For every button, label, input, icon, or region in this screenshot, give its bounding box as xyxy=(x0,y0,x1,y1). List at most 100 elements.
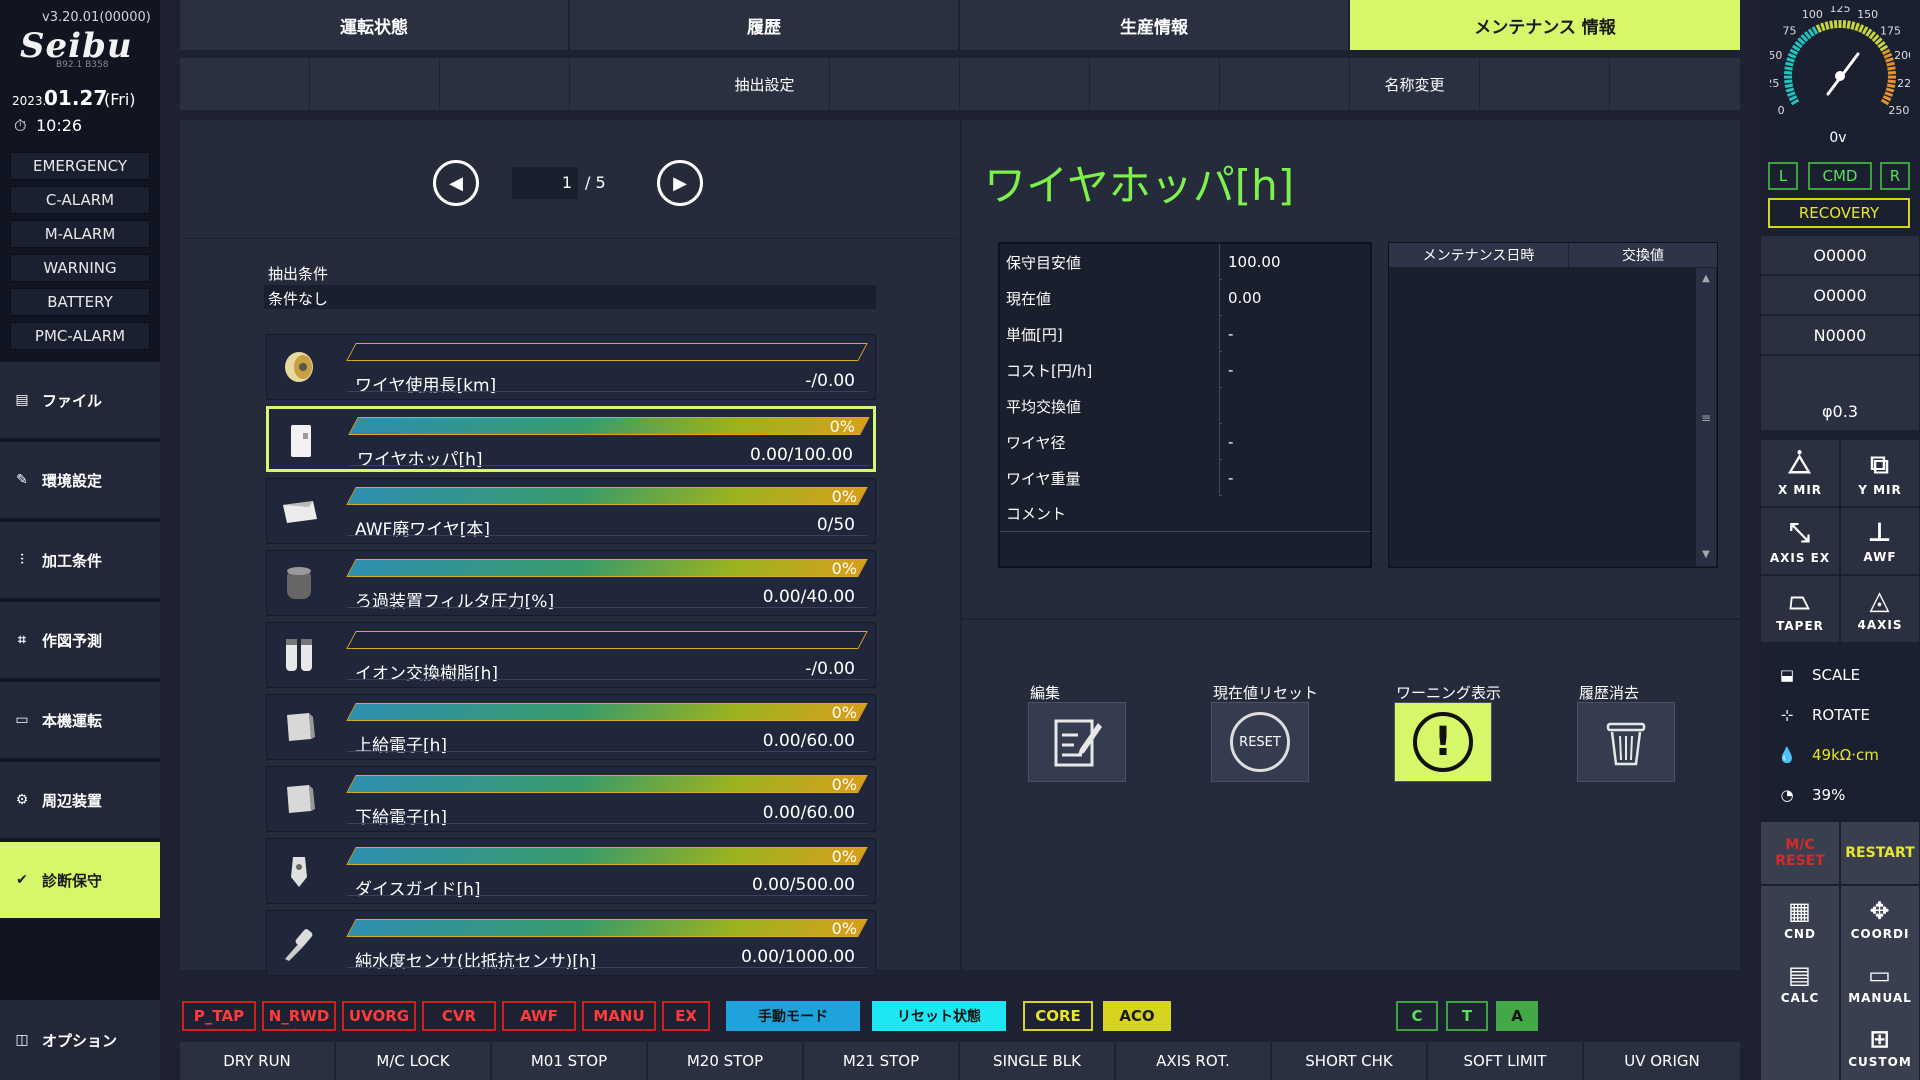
tab-operation-status[interactable]: 運転状態 xyxy=(180,0,570,50)
gauge-tick xyxy=(1807,28,1815,37)
reset-current-button[interactable]: RESET xyxy=(1211,702,1309,782)
scroll-grip-icon[interactable]: ≡ xyxy=(1696,408,1716,428)
maintenance-item[interactable]: 0% 純水度センサ(比抵抗センサ)[h] 0.00/1000.00 xyxy=(266,910,876,976)
rename-button[interactable]: 名称変更 xyxy=(1350,58,1480,110)
wire-hopper-icon xyxy=(279,419,323,463)
nav-file[interactable]: ▤ ファイル xyxy=(0,362,160,440)
prev-page-button[interactable]: ◀ xyxy=(433,160,479,206)
progress-bar xyxy=(346,703,868,721)
r-button[interactable]: R xyxy=(1880,162,1910,190)
nav-peripherals[interactable]: ⚙ 周辺装置 xyxy=(0,762,160,840)
tab-history[interactable]: 履歴 xyxy=(570,0,960,50)
m01-stop-button[interactable]: M01 STOP xyxy=(492,1042,648,1080)
status-awf: AWF xyxy=(502,1001,576,1031)
awf-button[interactable]: ⊥ AWF xyxy=(1841,508,1919,574)
history-scrollbar[interactable]: ▲ ≡ ▼ xyxy=(1696,268,1716,566)
time-label: 10:26 xyxy=(36,116,83,135)
water-drop-icon: 💧 xyxy=(1777,746,1797,764)
taper-button[interactable]: ⏢ TAPER xyxy=(1761,576,1839,642)
progress-percent: 0% xyxy=(831,703,857,722)
item-label: AWF廃ワイヤ[本] xyxy=(355,520,491,540)
warning-display-button[interactable]: ! xyxy=(1394,702,1492,782)
maintenance-item[interactable]: 0% AWF廃ワイヤ[本] 0/50 xyxy=(266,478,876,544)
scale-label: SCALE xyxy=(1812,666,1861,684)
short-check-button[interactable]: SHORT CHK xyxy=(1272,1042,1428,1080)
reset-icon: RESET xyxy=(1230,712,1290,772)
calculator-icon: ▤ xyxy=(1788,961,1812,989)
gauge-tick xyxy=(1794,40,1803,49)
cnd-button[interactable]: ▦ CND xyxy=(1761,886,1839,952)
aco-badge: ACO xyxy=(1103,1001,1171,1031)
row-key: コスト[円/h] xyxy=(1000,352,1220,388)
nav-drawing-preview[interactable]: ⌗ 作図予測 xyxy=(0,602,160,680)
button-label: AWF xyxy=(1863,550,1897,564)
coordinate-button[interactable]: ✥ COORDI xyxy=(1841,886,1919,952)
scroll-up-icon[interactable]: ▲ xyxy=(1696,268,1716,288)
4axis-button[interactable]: ◬ 4AXIS xyxy=(1841,576,1919,642)
nav-machine-operation[interactable]: ▭ 本機運転 xyxy=(0,682,160,760)
m21-stop-button[interactable]: M21 STOP xyxy=(804,1042,960,1080)
m20-stop-button[interactable]: M20 STOP xyxy=(648,1042,804,1080)
gauge-tick xyxy=(1785,61,1794,67)
gauge-tick xyxy=(1854,22,1860,32)
nav-option[interactable]: ◫ オプション xyxy=(0,1000,160,1080)
maintenance-item[interactable]: イオン交換樹脂[h] -/0.00 xyxy=(266,622,876,688)
dry-run-button[interactable]: DRY RUN xyxy=(180,1042,336,1080)
page-number-input[interactable]: 1 xyxy=(512,167,578,199)
calculator-button[interactable]: ▤ CALC xyxy=(1761,950,1839,1016)
maintenance-item[interactable]: 0% ダイスガイド[h] 0.00/500.00 xyxy=(266,838,876,904)
edit-button[interactable] xyxy=(1028,702,1126,782)
progress-bar xyxy=(346,775,868,793)
gauge-tick xyxy=(1785,87,1795,93)
program-number-1: O0000 xyxy=(1761,236,1919,274)
progress-percent: 0% xyxy=(831,559,857,578)
detail-title: ワイヤホッパ[h] xyxy=(984,161,1295,210)
gauge-tick xyxy=(1786,57,1795,63)
uv-origin-button[interactable]: UV ORIGN xyxy=(1584,1042,1740,1080)
scroll-down-icon[interactable]: ▼ xyxy=(1696,544,1716,564)
maintenance-item[interactable]: 0% 上給電子[h] 0.00/60.00 xyxy=(266,694,876,760)
nav-machining-conditions[interactable]: ⫶ 加工条件 xyxy=(0,522,160,600)
item-value: 0.00/60.00 xyxy=(762,803,855,823)
progress-bar xyxy=(346,343,868,361)
next-page-button[interactable]: ▶ xyxy=(657,160,703,206)
recovery-button[interactable]: RECOVERY xyxy=(1768,198,1910,228)
maintenance-item[interactable]: 0% 下給電子[h] 0.00/60.00 xyxy=(266,766,876,832)
program-number-2: O0000 xyxy=(1761,276,1919,314)
manual-icon: ▭ xyxy=(1868,961,1892,989)
left-sidebar: v3.20.01(00000) Seibu B92.1 B358 2023. 0… xyxy=(0,0,160,1080)
mc-lock-button[interactable]: M/C LOCK xyxy=(336,1042,492,1080)
tab-production-info[interactable]: 生産情報 xyxy=(960,0,1350,50)
axis-exchange-button[interactable]: ⤡ AXIS EX xyxy=(1761,508,1839,574)
mc-reset-button[interactable]: M/C RESET xyxy=(1761,822,1839,884)
button-label: AXIS EX xyxy=(1769,550,1831,565)
l-button[interactable]: L xyxy=(1768,162,1798,190)
nav-environment[interactable]: ✎ 環境設定 xyxy=(0,442,160,520)
gauge-tick xyxy=(1868,31,1876,40)
y-mirror-button[interactable]: ⧉ Y MIR xyxy=(1841,440,1919,506)
tab-maintenance-info[interactable]: メンテナンス 情報 xyxy=(1350,0,1740,50)
row-value: - xyxy=(1222,424,1370,460)
gauge-tick xyxy=(1846,20,1851,29)
gauge-tick xyxy=(1882,95,1892,102)
maintenance-item-selected[interactable]: 0% ワイヤホッパ[h] 0.00/100.00 xyxy=(266,406,876,472)
extract-settings-button[interactable]: 抽出設定 xyxy=(700,58,830,110)
soft-limit-button[interactable]: SOFT LIMIT xyxy=(1428,1042,1584,1080)
maintenance-item[interactable]: 0% ろ過装置フィルタ圧力[%] 0.00/40.00 xyxy=(266,550,876,616)
clear-history-button[interactable] xyxy=(1577,702,1675,782)
comment-field[interactable] xyxy=(1000,532,1370,566)
restart-button[interactable]: RESTART xyxy=(1841,822,1919,884)
maintenance-item[interactable]: ワイヤ使用長[km] -/0.00 xyxy=(266,334,876,400)
scale-icon: ⬓ xyxy=(1779,666,1795,684)
axis-rotation-button[interactable]: AXIS ROT. xyxy=(1116,1042,1272,1080)
row-key: 単価[円] xyxy=(1000,316,1220,352)
x-mirror-button[interactable]: ⧊ X MIR xyxy=(1761,440,1839,506)
custom-button[interactable]: ⊞ CUSTOM xyxy=(1841,1014,1919,1080)
row-value: 100.00 xyxy=(1222,244,1370,280)
progress-bar xyxy=(348,417,870,435)
table-row: 現在値 0.00 xyxy=(1000,280,1370,316)
manual-button[interactable]: ▭ MANUAL xyxy=(1841,950,1919,1016)
single-block-button[interactable]: SINGLE BLK xyxy=(960,1042,1116,1080)
cmd-button[interactable]: CMD xyxy=(1808,162,1872,190)
nav-diagnostics[interactable]: ✔ 診断保守 xyxy=(0,842,160,920)
